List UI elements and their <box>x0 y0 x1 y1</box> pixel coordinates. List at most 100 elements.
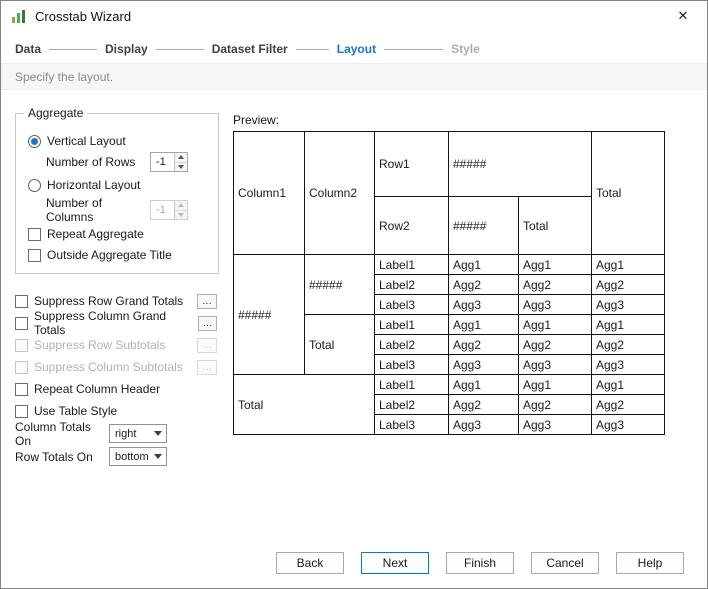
cancel-button[interactable]: Cancel <box>531 552 599 574</box>
suppress-column-grand-totals-label: Suppress Column Grand Totals <box>34 309 167 337</box>
spinner-buttons <box>174 153 187 171</box>
outside-aggregate-title-checkbox[interactable] <box>28 248 41 262</box>
repeat-aggregate-checkbox[interactable] <box>28 227 41 241</box>
number-of-rows-value[interactable]: -1 <box>151 153 174 171</box>
preview-cell: Agg2 <box>448 334 519 355</box>
aggregate-groupbox: Aggregate Vertical Layout Number of Rows… <box>15 106 219 274</box>
preview-cell-column1: Column1 <box>233 131 305 255</box>
preview-cell: Agg1 <box>591 374 665 395</box>
suppress-column-grand-totals-row: Suppress Column Grand Totals … <box>15 309 217 337</box>
vertical-layout-row: Vertical Layout <box>28 134 126 148</box>
use-table-style-checkbox[interactable] <box>15 404 28 418</box>
horizontal-layout-radio[interactable] <box>28 178 41 192</box>
preview-cell-row2: Row2 <box>374 196 449 255</box>
preview-cell: Label3 <box>374 354 449 375</box>
row-totals-on-dropdown[interactable]: bottom <box>109 447 167 466</box>
preview-cell-row1: Row1 <box>374 131 449 197</box>
finish-button[interactable]: Finish <box>446 552 514 574</box>
close-icon[interactable]: ✕ <box>669 8 697 24</box>
suppress-row-subtotals-more-button: … <box>197 337 217 353</box>
row-totals-on-label: Row Totals On <box>15 449 93 464</box>
preview-cell-row1-agg: ##### <box>448 131 592 197</box>
step-connector <box>295 48 329 50</box>
preview-cell-row-group: ##### <box>233 254 305 375</box>
step-connector <box>155 48 204 50</box>
back-button[interactable]: Back <box>276 552 344 574</box>
preview-cell: Agg1 <box>518 314 592 335</box>
number-of-columns-row: Number of Columns -1 <box>46 196 188 224</box>
horizontal-layout-row: Horizontal Layout <box>28 178 140 192</box>
preview-cell: Label2 <box>374 274 449 295</box>
column-totals-on-row: Column Totals On right <box>15 420 217 448</box>
preview-cell: Agg2 <box>448 394 519 415</box>
preview-label: Preview: <box>233 113 280 127</box>
preview-cell: Agg3 <box>448 354 519 375</box>
suppress-row-grand-totals-checkbox[interactable] <box>15 294 28 308</box>
suppress-column-subtotals-label: Suppress Column Subtotals <box>34 360 183 374</box>
preview-cell: Label1 <box>374 314 449 335</box>
preview-cell-col-total: Total <box>304 314 375 375</box>
column-totals-on-dropdown[interactable]: right <box>109 424 167 443</box>
preview-cell-row2-agg: ##### <box>448 196 519 255</box>
suppress-row-subtotals-row: Suppress Row Subtotals … <box>15 334 217 356</box>
suppress-column-subtotals-row: Suppress Column Subtotals … <box>15 356 217 378</box>
spinner-down-icon[interactable] <box>175 161 187 171</box>
preview-cell: Label3 <box>374 414 449 435</box>
titlebar: Crosstab Wizard ✕ <box>1 1 707 31</box>
step-connector <box>384 48 444 50</box>
step-data[interactable]: Data <box>15 42 41 56</box>
repeat-column-header-checkbox[interactable] <box>15 382 28 396</box>
aggregate-legend: Aggregate <box>24 106 88 120</box>
suppress-row-subtotals-checkbox <box>15 338 28 352</box>
repeat-column-header-label: Repeat Column Header <box>34 382 161 396</box>
preview-cell-column2: Column2 <box>304 131 375 255</box>
next-button[interactable]: Next <box>361 552 429 574</box>
outside-aggregate-title-label: Outside Aggregate Title <box>47 248 172 262</box>
wizard-steps: Data Display Dataset Filter Layout Style <box>15 42 693 56</box>
step-connector <box>49 48 98 50</box>
horizontal-layout-label: Horizontal Layout <box>47 178 141 192</box>
number-of-rows-row: Number of Rows -1 <box>46 152 188 172</box>
spinner-down-icon <box>175 209 187 219</box>
outside-aggregate-title-row: Outside Aggregate Title <box>28 248 172 262</box>
row-totals-on-value: bottom <box>115 450 149 463</box>
preview-cell: Agg3 <box>448 294 519 315</box>
preview-cell-right-total: Total <box>591 131 665 255</box>
step-style[interactable]: Style <box>451 42 480 56</box>
preview-cell: Agg2 <box>591 274 665 295</box>
preview-cell: Agg3 <box>591 294 665 315</box>
suppress-row-grand-totals-label: Suppress Row Grand Totals <box>34 294 184 308</box>
suppress-row-subtotals-label: Suppress Row Subtotals <box>34 338 166 352</box>
chevron-down-icon <box>154 431 162 436</box>
suppress-column-subtotals-checkbox <box>15 360 28 374</box>
help-button[interactable]: Help <box>616 552 684 574</box>
row-totals-on-row: Row Totals On bottom <box>15 445 217 468</box>
preview-cell: Agg1 <box>448 374 519 395</box>
step-dataset-filter[interactable]: Dataset Filter <box>212 42 288 56</box>
preview-cell: Label1 <box>374 374 449 395</box>
preview-cell: Agg1 <box>448 314 519 335</box>
vertical-layout-radio[interactable] <box>28 134 41 148</box>
layout-options: Suppress Row Grand Totals … Suppress Col… <box>15 290 217 468</box>
suppress-column-grand-totals-checkbox[interactable] <box>15 316 28 330</box>
preview-cell-row2-total: Total <box>518 196 592 255</box>
number-of-rows-spinner[interactable]: -1 <box>150 152 188 172</box>
preview-cell: Agg1 <box>591 314 665 335</box>
footer: Back Next Finish Cancel Help <box>276 552 684 574</box>
preview-cell: Agg1 <box>591 254 665 275</box>
window-title: Crosstab Wizard <box>35 8 132 24</box>
spinner-up-icon[interactable] <box>175 153 187 162</box>
preview-cell: Agg3 <box>448 414 519 435</box>
repeat-aggregate-row: Repeat Aggregate <box>28 227 144 241</box>
preview-cell: Agg2 <box>518 274 592 295</box>
preview-cell: Agg2 <box>448 274 519 295</box>
chevron-down-icon <box>154 454 162 459</box>
spinner-up-icon <box>175 201 187 210</box>
suppress-column-grand-totals-more-button[interactable]: … <box>197 315 217 331</box>
suppress-row-grand-totals-more-button[interactable]: … <box>197 293 217 309</box>
preview-cell: Agg3 <box>518 294 592 315</box>
preview-table: Column1 Column2 Row1 ##### Total Row2 ##… <box>233 131 665 435</box>
preview-cell: Agg1 <box>518 254 592 275</box>
step-display[interactable]: Display <box>105 42 148 56</box>
step-layout[interactable]: Layout <box>337 42 376 56</box>
